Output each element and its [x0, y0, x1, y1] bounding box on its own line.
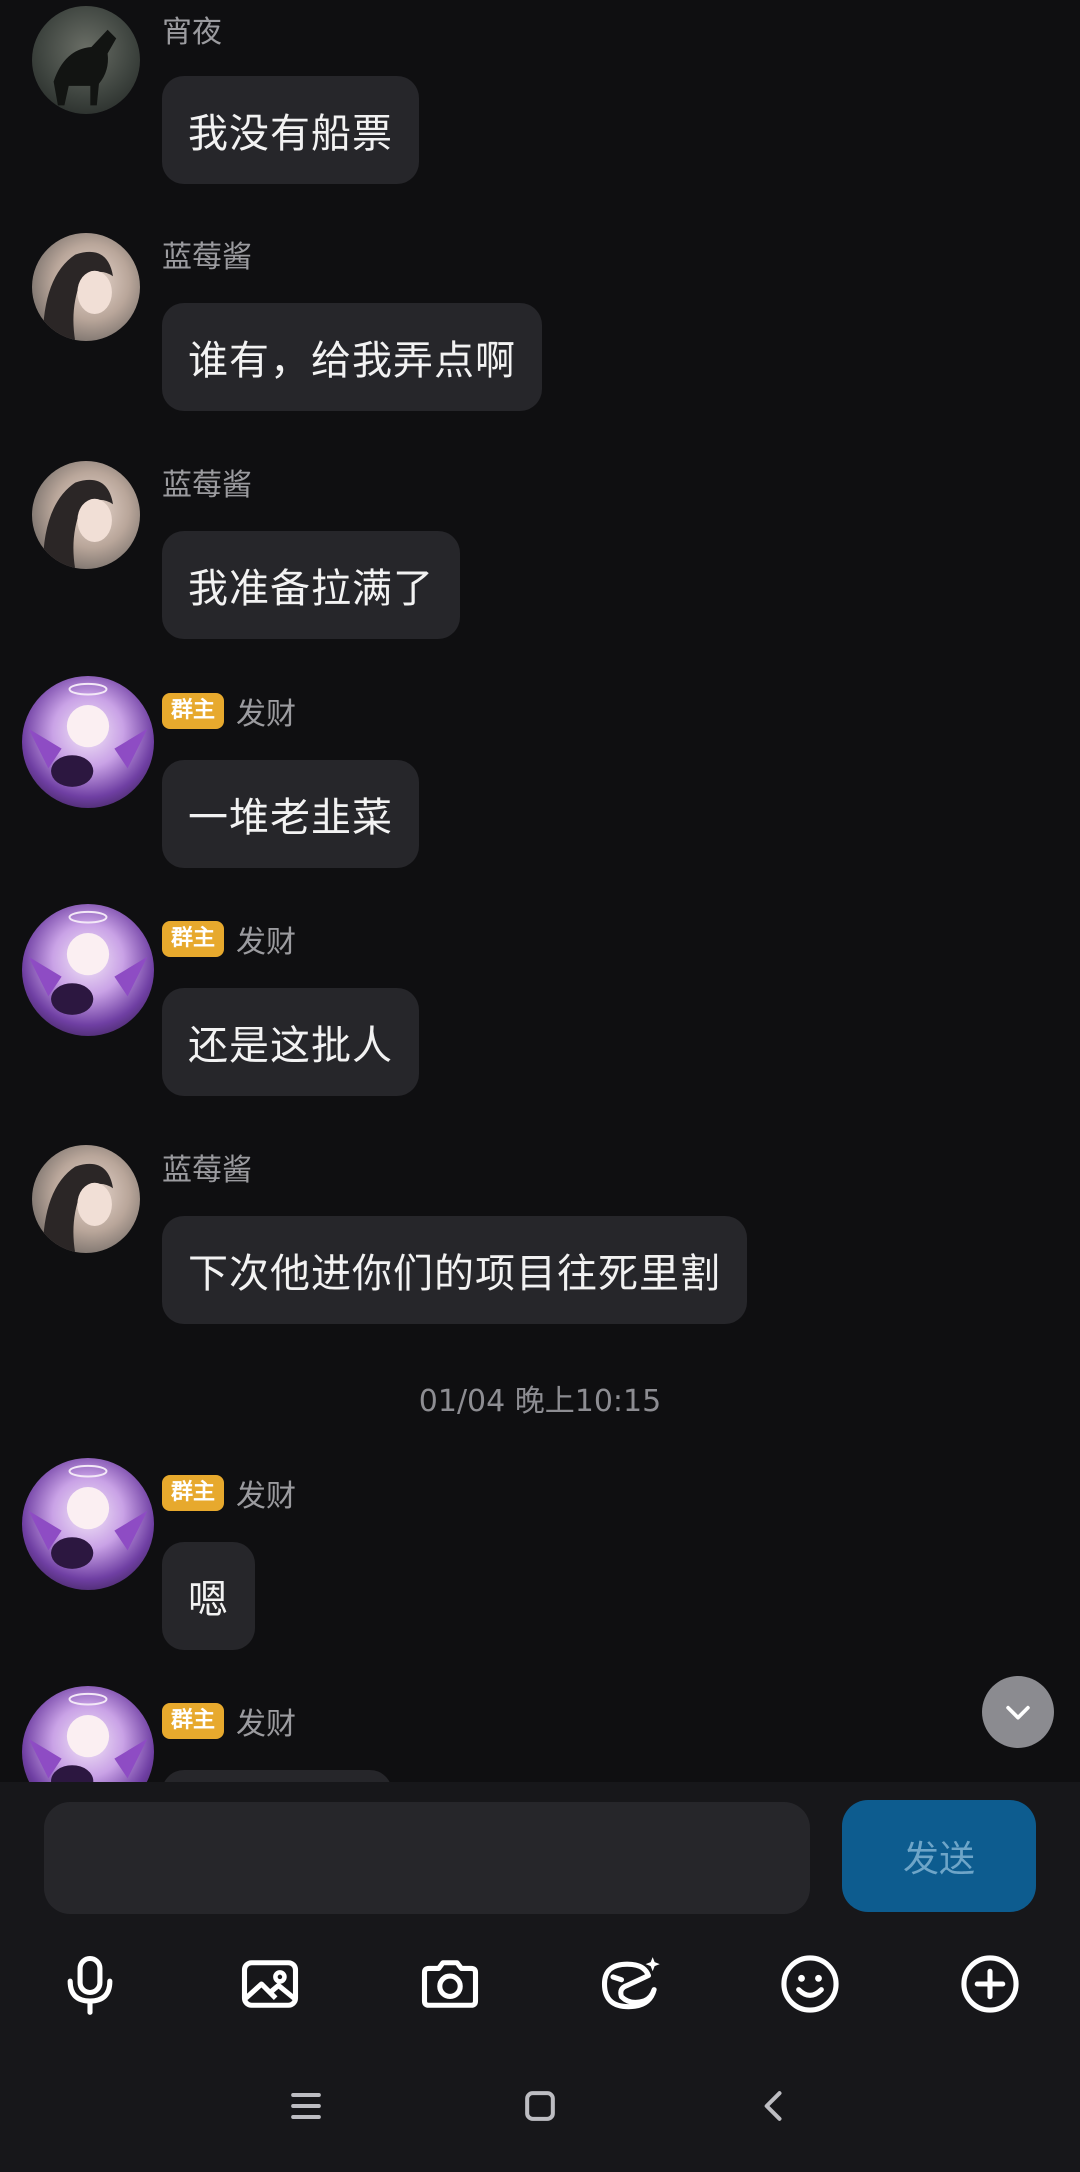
avatar[interactable] — [32, 1145, 140, 1253]
home-square-icon — [525, 2091, 555, 2121]
sender-name: 发财 — [236, 697, 297, 732]
chat-message-list[interactable]: 宵夜 我没有船票 蓝莓酱 谁有，给我弄点啊 蓝莓酱 我准备拉满了 群主 发财 一… — [0, 0, 1080, 1782]
image-icon — [241, 1960, 299, 2008]
message-bubble[interactable]: 还是这批人 — [162, 988, 419, 1096]
emoji-sticker-button[interactable] — [590, 1944, 670, 2024]
back-button[interactable] — [734, 2072, 814, 2140]
message-bubble[interactable]: 我准备拉满了 — [162, 531, 460, 639]
chevron-down-icon — [1006, 1705, 1030, 1720]
menu-icon — [291, 2092, 321, 2120]
sender-name: 发财 — [236, 925, 297, 960]
scroll-to-bottom-button[interactable] — [982, 1676, 1054, 1748]
avatar[interactable] — [22, 676, 154, 808]
avatar[interactable] — [32, 6, 140, 114]
avatar[interactable] — [32, 461, 140, 569]
avatar[interactable] — [32, 233, 140, 341]
owner-badge: 群主 — [162, 1475, 225, 1511]
message-bubble[interactable]: 我没有船票 — [162, 76, 419, 184]
owner-badge: 群主 — [162, 1703, 225, 1739]
sender-name: 发财 — [236, 1707, 297, 1742]
avatar[interactable] — [22, 904, 154, 1036]
image-button[interactable] — [230, 1944, 310, 2024]
microphone-button[interactable] — [50, 1944, 130, 2024]
message-bubble[interactable]: 嗯 — [162, 1542, 255, 1650]
smiley-icon — [781, 1955, 839, 2013]
message-bubble[interactable]: 下次他进你们的项目往死里割 — [162, 1216, 747, 1324]
camera-button[interactable] — [410, 1944, 490, 2024]
sender-name: 蓝莓酱 — [162, 1153, 252, 1188]
owner-badge: 群主 — [162, 921, 225, 957]
message-bubble[interactable] — [162, 1770, 392, 1782]
plus-icon — [961, 1955, 1019, 2013]
sender-name: 蓝莓酱 — [162, 240, 252, 275]
camera-icon — [421, 1960, 479, 2008]
input-bar: 发送 — [0, 1782, 1080, 2172]
message-input[interactable] — [44, 1802, 810, 1914]
message-bubble[interactable]: 谁有，给我弄点啊 — [162, 303, 542, 411]
owner-badge: 群主 — [162, 693, 225, 729]
message-bubble[interactable]: 一堆老韭菜 — [162, 760, 419, 868]
sender-name: 发财 — [236, 1479, 297, 1514]
back-chevron-icon — [764, 2091, 782, 2121]
smiley-button[interactable] — [770, 1944, 850, 2024]
emoji-sticker-icon — [601, 1957, 660, 2010]
sender-name: 蓝莓酱 — [162, 468, 252, 503]
microphone-icon — [67, 1955, 113, 2015]
recent-apps-button[interactable] — [266, 2072, 346, 2140]
home-button[interactable] — [500, 2072, 580, 2140]
avatar[interactable] — [22, 1686, 154, 1782]
sender-name: 宵夜 — [162, 15, 222, 50]
send-button[interactable]: 发送 — [842, 1800, 1036, 1912]
plus-button[interactable] — [950, 1944, 1030, 2024]
avatar[interactable] — [22, 1458, 154, 1590]
timestamp: 01/04 晚上10:15 — [418, 1384, 662, 1419]
